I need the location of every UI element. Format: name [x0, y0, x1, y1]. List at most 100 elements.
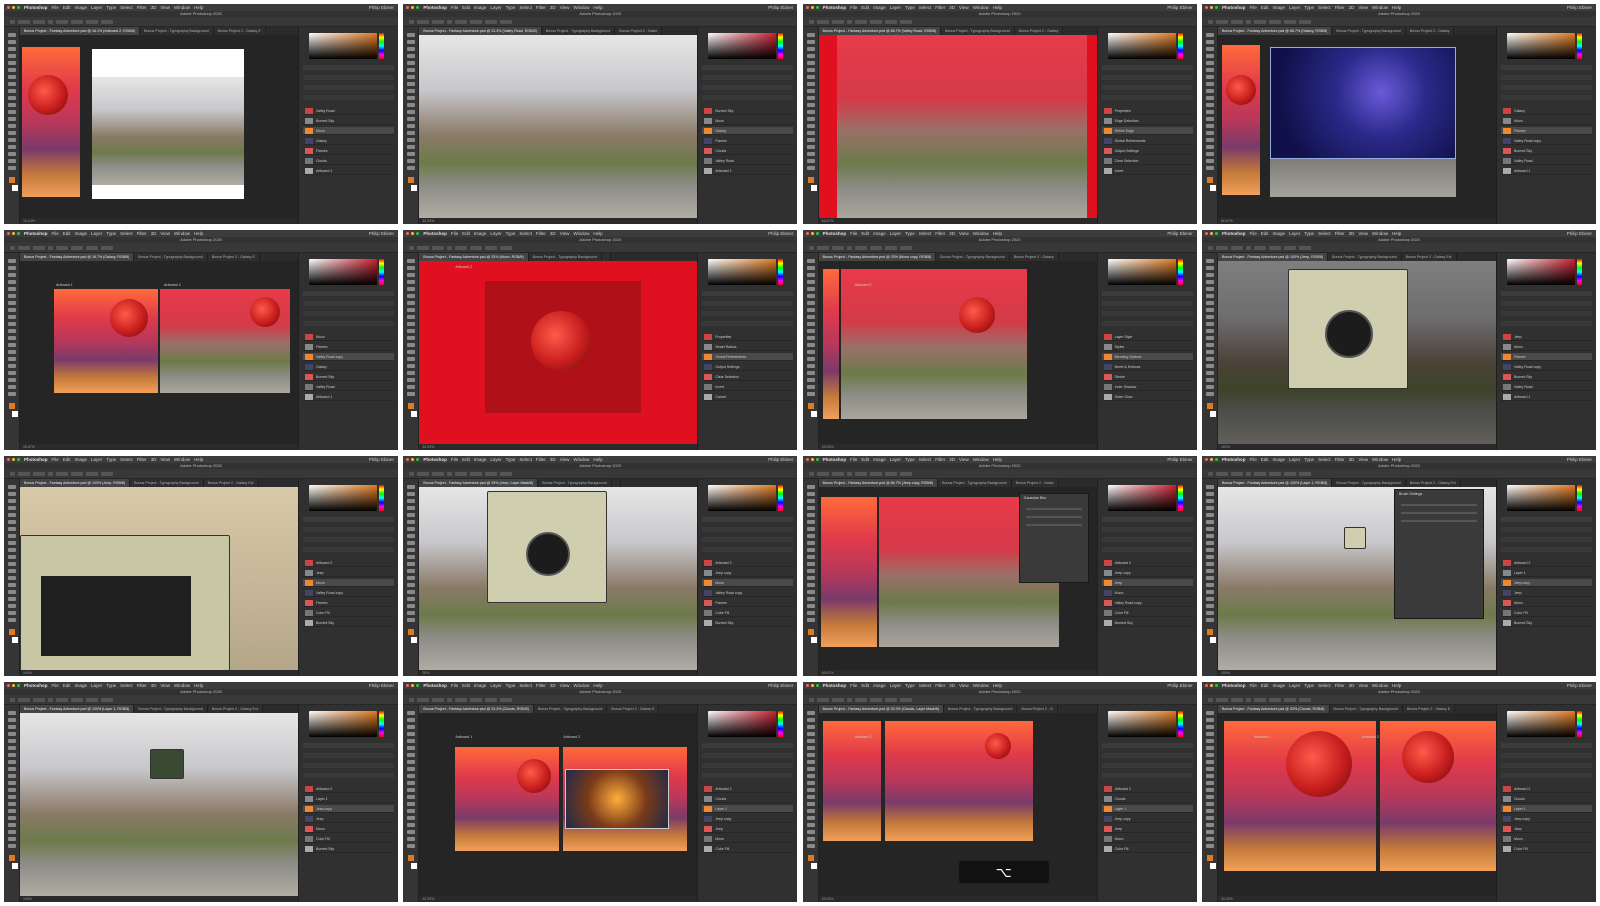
- minimize-icon[interactable]: [810, 684, 814, 687]
- tool-icon[interactable]: [1205, 336, 1214, 340]
- tool-icon[interactable]: [407, 96, 416, 100]
- menu-item[interactable]: Layer: [1289, 683, 1300, 688]
- layer-row[interactable]: Galaxy: [303, 363, 394, 371]
- maximize-icon[interactable]: [416, 232, 420, 235]
- foreground-color-swatch[interactable]: [9, 177, 15, 183]
- tab-document[interactable]: Bonus Project - Typography Background: [1332, 479, 1406, 487]
- panel-tabs[interactable]: [702, 517, 794, 522]
- color-picker[interactable]: [1107, 711, 1176, 737]
- color-picker[interactable]: [1107, 259, 1176, 285]
- foreground-color-swatch[interactable]: [1206, 855, 1213, 861]
- layer-row[interactable]: Flames: [303, 147, 394, 155]
- maximize-icon[interactable]: [815, 6, 819, 9]
- tool-icon[interactable]: [8, 138, 16, 142]
- tab-active-document[interactable]: Bonus Project - Fantasy Adventure.psd @ …: [818, 253, 937, 261]
- tool-icon[interactable]: [8, 604, 16, 608]
- layer-row[interactable]: Layer 1: [303, 795, 394, 803]
- color-picker[interactable]: [1107, 485, 1176, 511]
- menu-item[interactable]: Edit: [861, 457, 869, 462]
- tool-icon[interactable]: [1205, 795, 1214, 799]
- tool-icon[interactable]: [8, 725, 16, 729]
- maximize-icon[interactable]: [416, 6, 420, 9]
- layer-row[interactable]: Moon: [1101, 835, 1193, 843]
- menu-item[interactable]: Select: [919, 683, 932, 688]
- maximize-icon[interactable]: [1214, 6, 1218, 9]
- tab-active-document[interactable]: Bonus Project - Fantasy Adventure.psd @ …: [20, 479, 131, 487]
- menu-item[interactable]: Help: [593, 457, 602, 462]
- menu-item[interactable]: 3D: [949, 683, 955, 688]
- tool-icon[interactable]: [806, 54, 815, 58]
- menu-item[interactable]: 3D: [550, 683, 556, 688]
- menu-item[interactable]: Window: [573, 683, 589, 688]
- menu-item[interactable]: Select: [519, 683, 532, 688]
- hue-slider[interactable]: [1177, 485, 1183, 511]
- tool-icon[interactable]: [1205, 569, 1214, 573]
- menu-item[interactable]: File: [52, 683, 59, 688]
- document-canvas[interactable]: Artboard 1 Artboard 2: [1217, 713, 1496, 896]
- tool-icon[interactable]: [806, 492, 815, 496]
- menu-item[interactable]: View: [160, 5, 170, 10]
- layer-row[interactable]: Artboard 1: [1500, 393, 1592, 401]
- tool-icon[interactable]: [806, 259, 815, 263]
- tool-icon[interactable]: [806, 555, 815, 559]
- document-canvas[interactable]: [818, 35, 1097, 218]
- tool-icon[interactable]: [407, 569, 416, 573]
- tool-icon[interactable]: [1205, 597, 1214, 601]
- layer-row[interactable]: Burned Sky: [1500, 373, 1592, 381]
- menu-item[interactable]: Layer: [890, 457, 901, 462]
- menu-item[interactable]: Select: [519, 457, 532, 462]
- menu-item[interactable]: Type: [1304, 231, 1314, 236]
- tool-icon[interactable]: [8, 159, 16, 163]
- tool-icon[interactable]: [407, 548, 416, 552]
- tool-icon[interactable]: [806, 513, 815, 517]
- layer-row[interactable]: Clouds: [1101, 795, 1193, 803]
- layer-row[interactable]: Global Refinements: [702, 353, 794, 361]
- layer-row[interactable]: Moon: [1500, 343, 1592, 351]
- menu-item[interactable]: View: [1358, 231, 1368, 236]
- hue-slider[interactable]: [379, 485, 384, 511]
- menu-item[interactable]: File: [1249, 5, 1256, 10]
- layer-row[interactable]: Burned Sky: [303, 619, 394, 627]
- tool-icon[interactable]: [1205, 385, 1214, 389]
- menu-item[interactable]: View: [959, 231, 969, 236]
- menu-item[interactable]: Type: [905, 683, 915, 688]
- tool-icon[interactable]: [407, 837, 416, 841]
- menu-item[interactable]: Select: [120, 231, 133, 236]
- tool-icon[interactable]: [407, 816, 416, 820]
- tool-icon[interactable]: [806, 371, 815, 375]
- tool-icon[interactable]: [1205, 343, 1214, 347]
- tool-icon[interactable]: [1205, 54, 1214, 58]
- blend-mode-bar[interactable]: [1500, 537, 1592, 542]
- tool-icon[interactable]: [806, 117, 815, 121]
- foreground-color-swatch[interactable]: [9, 403, 15, 409]
- tool-icon[interactable]: [806, 732, 815, 736]
- layer-filter-bar[interactable]: [303, 75, 394, 80]
- app-name[interactable]: Photoshop: [24, 683, 48, 688]
- tool-icon[interactable]: [806, 343, 815, 347]
- lock-fill-bar[interactable]: [1101, 773, 1193, 778]
- tab-document[interactable]: Bonus Project - Typography Background: [538, 479, 612, 487]
- menu-item[interactable]: Layer: [91, 5, 102, 10]
- blend-mode-bar[interactable]: [1500, 311, 1592, 316]
- tool-icon[interactable]: [8, 499, 16, 503]
- panel-tabs[interactable]: [303, 517, 394, 522]
- artboard-1-image[interactable]: [455, 747, 560, 851]
- minimize-icon[interactable]: [411, 6, 415, 9]
- menu-item[interactable]: Image: [75, 5, 88, 10]
- tool-icon[interactable]: [806, 166, 815, 170]
- menu-item[interactable]: Select: [120, 683, 133, 688]
- options-bar[interactable]: [1201, 469, 1596, 479]
- tab-document[interactable]: Bonus Project - Typography Background: [140, 27, 214, 35]
- tool-icon[interactable]: [407, 315, 416, 319]
- foreground-color-swatch[interactable]: [9, 629, 15, 635]
- lock-fill-bar[interactable]: [1500, 547, 1592, 552]
- layer-filter-bar[interactable]: [1500, 75, 1592, 80]
- tool-icon[interactable]: [8, 103, 16, 107]
- tool-icon[interactable]: [1205, 767, 1214, 771]
- tool-icon[interactable]: [1205, 89, 1214, 93]
- tool-icon[interactable]: [1205, 392, 1214, 396]
- menu-item[interactable]: Edit: [63, 457, 71, 462]
- layer-row[interactable]: Artboard 2: [702, 785, 794, 793]
- menu-item[interactable]: File: [1249, 231, 1256, 236]
- tool-icon[interactable]: [407, 781, 416, 785]
